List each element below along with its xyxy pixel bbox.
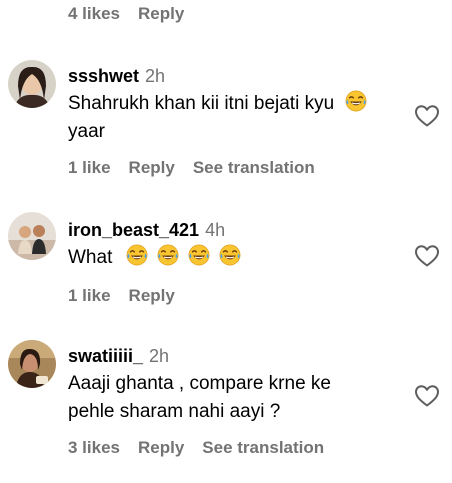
face-with-tears-of-joy-icon xyxy=(157,244,179,266)
reply-button[interactable]: Reply xyxy=(138,438,184,458)
username[interactable]: iron_beast_421 xyxy=(68,220,199,240)
reply-button[interactable]: Reply xyxy=(138,4,184,24)
comment-text-line: Shahrukh khan kii itni bejati kyu xyxy=(68,93,335,114)
like-count[interactable]: 4 likes xyxy=(68,4,120,24)
avatar[interactable] xyxy=(8,340,56,388)
face-with-tears-of-joy-icon xyxy=(219,244,241,266)
heart-outline-icon[interactable] xyxy=(414,104,440,128)
avatar[interactable] xyxy=(8,212,56,260)
heart-outline-icon[interactable] xyxy=(414,384,440,408)
face-with-tears-of-joy-icon xyxy=(126,244,148,266)
timestamp: 4h xyxy=(205,220,226,240)
comment-item: iron_beast_421 4h What 1 like Reply xyxy=(0,210,452,320)
reply-button[interactable]: Reply xyxy=(129,158,175,178)
like-count[interactable]: 3 likes xyxy=(68,438,120,458)
face-with-tears-of-joy-icon xyxy=(188,244,210,266)
comment-text: Aaaji ghanta , compare krne ke pehle sha… xyxy=(68,370,406,426)
heart-outline-icon[interactable] xyxy=(414,244,440,268)
comment-text-line: pehle sharam nahi aayi ? xyxy=(68,401,281,422)
username[interactable]: ssshwet xyxy=(68,66,139,86)
like-count[interactable]: 1 like xyxy=(68,286,111,306)
see-translation-button[interactable]: See translation xyxy=(193,158,315,178)
comment-text: What xyxy=(68,244,406,272)
comment-item: swatiiiii_ 2h Aaaji ghanta , compare krne… xyxy=(0,338,452,478)
comment-text-line: Aaaji ghanta , compare krne ke xyxy=(68,373,331,394)
timestamp: 2h xyxy=(149,346,170,366)
see-translation-button[interactable]: See translation xyxy=(202,438,324,458)
reply-button[interactable]: Reply xyxy=(129,286,175,306)
comment-text-line: yaar xyxy=(68,121,105,142)
comment-text: Shahrukh khan kii itni bejati kyu yaar xyxy=(68,90,406,146)
comment-item: ssshwet 2h Shahrukh khan kii itni bejati … xyxy=(0,58,452,188)
face-with-tears-of-joy-icon xyxy=(345,90,367,112)
username[interactable]: swatiiiii_ xyxy=(68,346,143,366)
avatar[interactable] xyxy=(8,60,56,108)
previous-comment-actions: 4 likes Reply xyxy=(68,4,184,24)
timestamp: 2h xyxy=(145,66,166,86)
like-count[interactable]: 1 like xyxy=(68,158,111,178)
comment-text-line: What xyxy=(68,247,113,268)
